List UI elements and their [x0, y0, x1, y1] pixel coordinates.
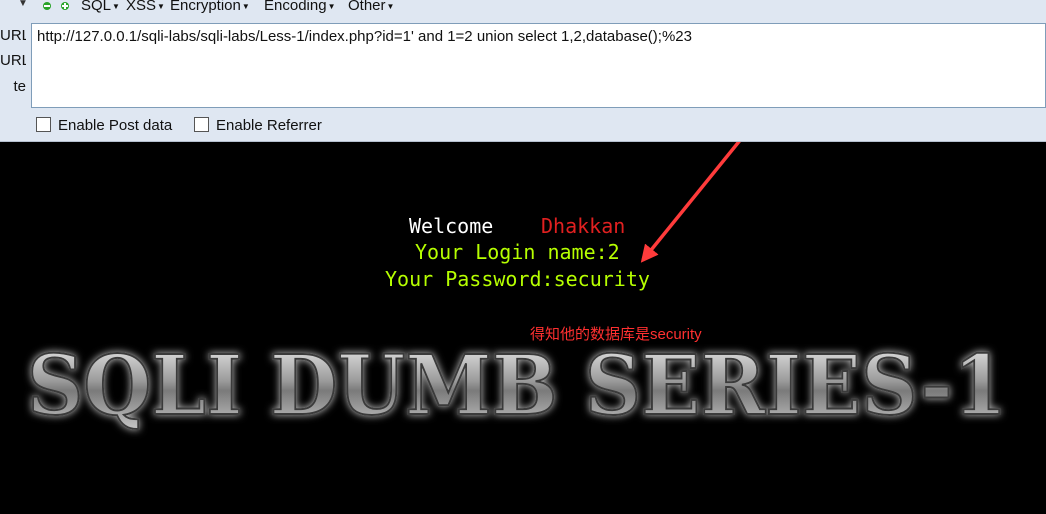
url-value: http://127.0.0.1/sqli-labs/sqli-labs/Les… — [37, 28, 692, 45]
increase-icon[interactable] — [61, 2, 69, 10]
chevron-down-icon[interactable]: ▼ — [18, 0, 28, 9]
menu-encoding[interactable]: Encoding▼ — [264, 0, 335, 14]
banner-text: SQLI DUMB SERIES-1 — [27, 338, 1007, 434]
hackbar-menubar: ▼ SQL▼ XSS▼ Encryption▼ Encoding▼ Other▼ — [0, 0, 1046, 16]
menu-xss[interactable]: XSS▼ — [126, 0, 165, 14]
enable-post-data-label: Enable Post data — [58, 117, 173, 134]
caret-icon: ▼ — [112, 2, 120, 11]
page-content: Welcome Dhakkan Your Login name:2 Your P… — [0, 142, 1046, 514]
caret-icon: ▼ — [241, 2, 250, 11]
menu-encryption[interactable]: Encryption▼ — [170, 0, 250, 14]
enable-referrer-checkbox[interactable] — [194, 117, 209, 132]
enable-referrer-option[interactable]: Enable Referrer — [194, 117, 322, 134]
menu-other[interactable]: Other▼ — [348, 0, 394, 14]
decrease-icon[interactable] — [43, 2, 51, 10]
menu-sql[interactable]: SQL▼ — [81, 0, 120, 14]
load-url-button[interactable]: URL — [0, 27, 26, 44]
url-input[interactable]: http://127.0.0.1/sqli-labs/sqli-labs/Les… — [31, 23, 1046, 108]
banner-graphic: SQLI DUMB SERIES-1 — [26, 142, 1008, 435]
execute-button[interactable]: te — [0, 78, 26, 95]
enable-post-data-checkbox[interactable] — [36, 117, 51, 132]
caret-icon: ▼ — [386, 2, 395, 11]
caret-icon: ▼ — [157, 2, 165, 11]
caret-icon: ▼ — [327, 2, 336, 11]
enable-referrer-label: Enable Referrer — [216, 117, 322, 134]
enable-post-data-option[interactable]: Enable Post data — [36, 117, 172, 134]
hackbar-panel: ▼ SQL▼ XSS▼ Encryption▼ Encoding▼ Other▼… — [0, 0, 1046, 142]
split-url-button[interactable]: URL — [0, 52, 26, 69]
pointer-arrow — [640, 142, 741, 263]
